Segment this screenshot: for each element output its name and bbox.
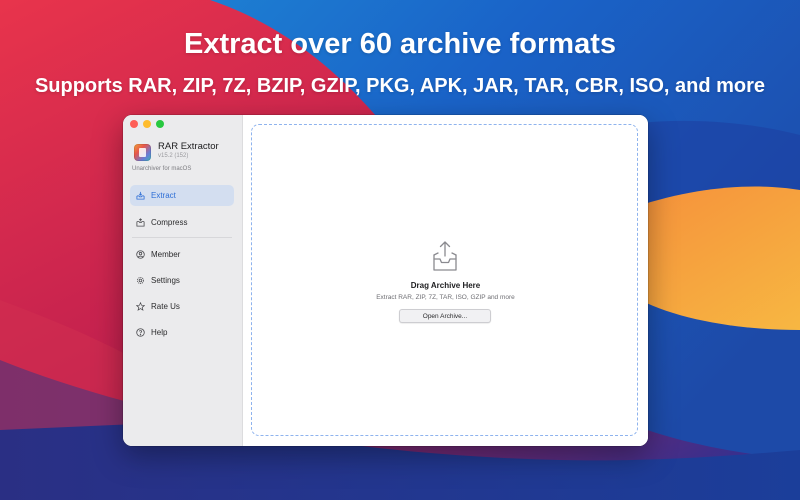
person-circle-icon — [136, 250, 145, 259]
main-content: Drag Archive Here Extract RAR, ZIP, 7Z, … — [243, 115, 648, 446]
promo-subheadline: Supports RAR, ZIP, 7Z, BZIP, GZIP, PKG, … — [34, 75, 766, 97]
window-controls — [130, 120, 164, 128]
sidebar-item-compress[interactable]: Compress — [130, 212, 234, 233]
minimize-window-button[interactable] — [143, 120, 151, 128]
promo-headline: Extract over 60 archive formats — [184, 28, 616, 60]
app-version: v15.2 (152) — [158, 153, 189, 159]
sidebar-item-label: Member — [151, 250, 181, 259]
sidebar-item-settings[interactable]: Settings — [130, 270, 234, 291]
open-archive-button[interactable]: Open Archive... — [399, 309, 491, 323]
question-circle-icon — [136, 328, 145, 337]
zoom-window-button[interactable] — [156, 120, 164, 128]
sidebar: RAR Extractor v15.2 (152) Unarchiver for… — [123, 115, 243, 446]
sidebar-item-help[interactable]: Help — [130, 322, 234, 343]
close-window-button[interactable] — [130, 120, 138, 128]
drop-zone-subtitle: Extract RAR, ZIP, 7Z, TAR, ISO, GZIP and… — [376, 294, 515, 301]
gear-icon — [137, 277, 144, 284]
sidebar-item-extract[interactable]: Extract — [130, 185, 234, 206]
extract-tray-icon — [136, 191, 145, 200]
tray-upload-icon — [433, 241, 457, 271]
app-tagline: Unarchiver for macOS — [132, 166, 192, 172]
app-window: RAR Extractor v15.2 (152) Unarchiver for… — [123, 115, 648, 446]
drop-zone-title: Drag Archive Here — [410, 281, 481, 290]
sidebar-item-label: Extract — [151, 191, 176, 200]
sidebar-item-label: Rate Us — [151, 302, 180, 311]
sidebar-item-member[interactable]: Member — [130, 244, 234, 265]
sidebar-item-label: Compress — [151, 218, 188, 227]
compress-box-icon — [136, 218, 145, 227]
sidebar-item-rate-us[interactable]: Rate Us — [130, 296, 234, 317]
app-logo-icon — [134, 144, 151, 161]
star-icon — [136, 302, 145, 311]
sidebar-divider — [132, 237, 232, 238]
sidebar-item-label: Settings — [151, 276, 180, 285]
app-name: RAR Extractor — [158, 141, 219, 152]
archive-drop-zone[interactable] — [251, 124, 638, 436]
sidebar-item-label: Help — [151, 328, 168, 337]
